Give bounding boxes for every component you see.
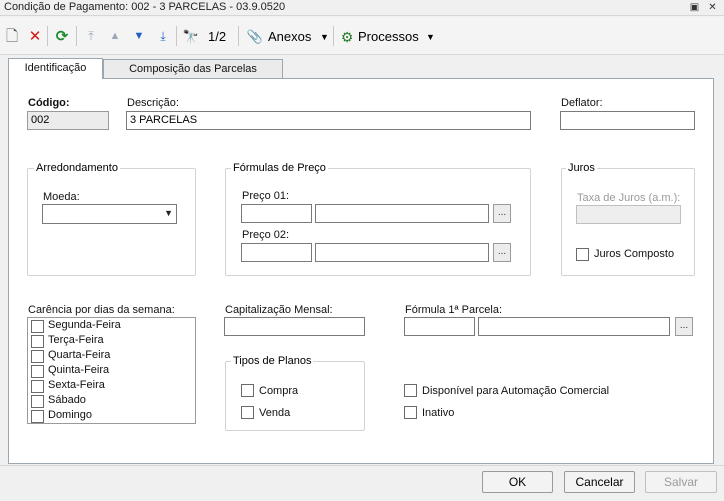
sabado-checkbox[interactable] bbox=[31, 395, 44, 408]
terca-feira-checkbox[interactable] bbox=[31, 335, 44, 348]
preco01-formula-field[interactable] bbox=[315, 204, 489, 223]
descricao-field[interactable]: 3 PARCELAS bbox=[126, 111, 531, 130]
delete-icon[interactable]: ✕ bbox=[26, 28, 44, 46]
new-document-icon[interactable]: 🗋 bbox=[3, 28, 21, 46]
sexta-feira-label: Sexta-Feira bbox=[48, 379, 105, 391]
next-record-icon[interactable]: ▼ bbox=[130, 27, 148, 45]
capitalizacao-label: Capitalização Mensal: bbox=[225, 304, 333, 316]
descricao-label: Descrição: bbox=[127, 97, 179, 109]
close-icon[interactable]: ✕ bbox=[706, 1, 719, 14]
anexos-button[interactable]: Anexos bbox=[268, 29, 311, 44]
quinta-feira-label: Quinta-Feira bbox=[48, 364, 110, 376]
taxa-juros-field[interactable] bbox=[576, 205, 681, 224]
capitalizacao-field[interactable] bbox=[224, 317, 365, 336]
terca-feira-label: Terça-Feira bbox=[48, 334, 104, 346]
salvar-button[interactable]: Salvar bbox=[645, 471, 717, 493]
window-title: Condição de Pagamento: 002 - 3 PARCELAS … bbox=[4, 1, 286, 13]
carencia-label: Carência por dias da semana: bbox=[28, 304, 175, 316]
codigo-field[interactable]: 002 bbox=[27, 111, 109, 130]
toolbar-separator bbox=[238, 26, 239, 46]
preco01-lookup-button[interactable]: ... bbox=[493, 204, 511, 223]
preco02-label: Preço 02: bbox=[242, 229, 290, 241]
formulas-preco-title: Fórmulas de Preço bbox=[231, 162, 328, 174]
ok-button[interactable]: OK bbox=[482, 471, 553, 493]
toolbar-separator bbox=[47, 26, 48, 46]
juros-title: Juros bbox=[566, 162, 597, 174]
title-bar: Condição de Pagamento: 002 - 3 PARCELAS … bbox=[0, 0, 724, 16]
binoculars-icon[interactable]: 🔭 bbox=[182, 28, 200, 46]
processos-icon[interactable]: ⚙ bbox=[338, 28, 356, 46]
tipos-planos-title: Tipos de Planos bbox=[231, 355, 314, 367]
toolbar-separator bbox=[76, 26, 77, 46]
segunda-feira-checkbox[interactable] bbox=[31, 320, 44, 333]
venda-label: Venda bbox=[259, 407, 291, 419]
toolbar-separator bbox=[176, 26, 177, 46]
last-record-icon[interactable]: ⤓ bbox=[154, 27, 172, 45]
inativo-checkbox[interactable] bbox=[404, 406, 417, 419]
chevron-down-icon: ▼ bbox=[164, 208, 173, 218]
tab-identificacao[interactable]: Identificação bbox=[8, 58, 103, 79]
deflator-label: Deflator: bbox=[561, 97, 603, 109]
arredondamento-title: Arredondamento bbox=[34, 162, 120, 174]
preco02-formula-field[interactable] bbox=[315, 243, 489, 262]
refresh-icon[interactable]: ⟳ bbox=[53, 28, 71, 46]
preco02-code-field[interactable] bbox=[241, 243, 312, 262]
previous-record-icon[interactable]: ▲ bbox=[106, 27, 124, 45]
quarta-feira-label: Quarta-Feira bbox=[48, 349, 111, 361]
preco01-label: Preço 01: bbox=[242, 190, 290, 202]
processos-dropdown-icon[interactable]: ▼ bbox=[426, 32, 435, 42]
venda-checkbox[interactable] bbox=[241, 406, 254, 419]
cancelar-button[interactable]: Cancelar bbox=[564, 471, 635, 493]
taxa-juros-label: Taxa de Juros (a.m.): bbox=[577, 192, 681, 204]
deflator-field[interactable] bbox=[560, 111, 695, 130]
formula-parcela-code-field[interactable] bbox=[404, 317, 475, 336]
moeda-select[interactable]: ▼ bbox=[42, 204, 177, 224]
processos-button[interactable]: Processos bbox=[358, 29, 419, 44]
moeda-label: Moeda: bbox=[43, 191, 80, 203]
codigo-label: Código: bbox=[28, 97, 70, 109]
quarta-feira-checkbox[interactable] bbox=[31, 350, 44, 363]
sexta-feira-checkbox[interactable] bbox=[31, 380, 44, 393]
disponivel-automacao-checkbox[interactable] bbox=[404, 384, 417, 397]
restore-icon[interactable]: ▣ bbox=[688, 1, 701, 14]
record-position: 1/2 bbox=[208, 29, 227, 44]
compra-label: Compra bbox=[259, 385, 299, 397]
inativo-label: Inativo bbox=[422, 407, 455, 419]
preco01-code-field[interactable] bbox=[241, 204, 312, 223]
quinta-feira-checkbox[interactable] bbox=[31, 365, 44, 378]
tab-composicao-parcelas[interactable]: Composição das Parcelas bbox=[103, 59, 283, 79]
anexos-dropdown-icon[interactable]: ▼ bbox=[320, 32, 329, 42]
juros-composto-label: Juros Composto bbox=[594, 248, 675, 260]
first-record-icon[interactable]: ⤒ bbox=[82, 27, 100, 45]
domingo-label: Domingo bbox=[48, 409, 93, 421]
sabado-label: Sábado bbox=[48, 394, 86, 406]
formula-parcela-label: Fórmula 1ª Parcela: bbox=[405, 304, 502, 316]
formula-parcela-formula-field[interactable] bbox=[478, 317, 670, 336]
toolbar-separator bbox=[333, 26, 334, 46]
formula-parcela-lookup-button[interactable]: ... bbox=[675, 317, 693, 336]
juros-composto-checkbox[interactable] bbox=[576, 248, 589, 261]
paperclip-icon[interactable]: 📎 bbox=[246, 28, 264, 46]
segunda-feira-label: Segunda-Feira bbox=[48, 319, 121, 331]
carencia-listbox: Segunda-Feira Terça-Feira Quarta-Feira Q… bbox=[27, 317, 196, 424]
preco02-lookup-button[interactable]: ... bbox=[493, 243, 511, 262]
disponivel-automacao-label: Disponível para Automação Comercial bbox=[422, 385, 610, 397]
domingo-checkbox[interactable] bbox=[31, 410, 44, 423]
compra-checkbox[interactable] bbox=[241, 384, 254, 397]
